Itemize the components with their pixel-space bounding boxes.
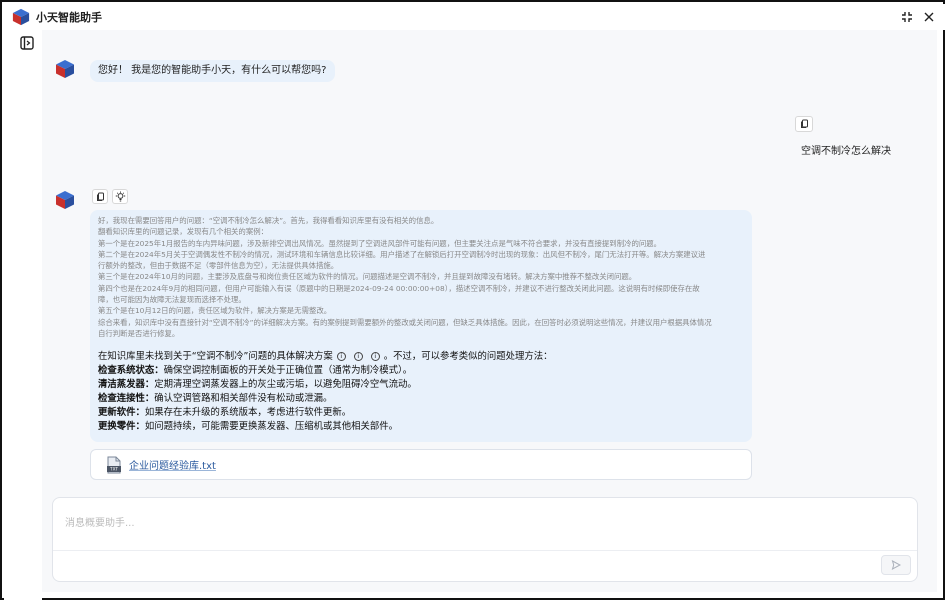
thinking-line: 第三个是在2024年10月的问题，主要涉及底盘号和岗位责任区域为软件的情况。问题…	[98, 272, 637, 282]
lightbulb-icon	[115, 191, 125, 202]
send-icon	[891, 560, 901, 570]
app-title: 小天智能助手	[36, 11, 102, 24]
composer-divider	[53, 550, 917, 551]
app-window: 小天智能助手 您好！ 我是您的智能助手小天，有什么可以帮您吗? 空调不制冷怎么解…	[0, 0, 945, 600]
answer-step: 更换零件：如问题持续，可能需要更换蒸发器、压缩机或其他相关部件。	[98, 420, 399, 432]
copy-answer-button[interactable]	[92, 189, 108, 204]
sidebar-toggle-icon[interactable]	[20, 36, 34, 50]
thinking-line: 好，我现在需要回答用户的问题：“空调不制冷怎么解决”。首先，我得看看知识库里有没…	[98, 216, 439, 225]
send-button[interactable]	[881, 555, 911, 575]
assistant-avatar-icon	[56, 191, 74, 209]
thinking-line: 翻看知识库里的问题记录，发现有几个相关的案例：	[98, 227, 268, 237]
thinking-line: 障，也可能因为故障无法复现而选择不处理。	[98, 295, 246, 305]
answer-intro: 在知识库里未找到关于“空调不制冷”问题的具体解决方案 i i i 。不过，可以参考类似的…	[98, 351, 553, 363]
toggle-thinking-button[interactable]	[112, 189, 128, 204]
assistant-greeting-bubble: 您好！ 我是您的智能助手小天，有什么可以帮您吗?	[90, 60, 335, 82]
copy-user-message-button[interactable]	[795, 116, 813, 132]
citation-icon[interactable]: i	[370, 352, 380, 362]
txt-file-icon: TXT	[107, 456, 121, 473]
message-input[interactable]	[53, 498, 917, 548]
file-type-label: TXT	[109, 466, 118, 471]
final-answer: 在知识库里未找到关于“空调不制冷”问题的具体解决方案 i i i 。不过，可以参考类似的…	[98, 350, 744, 433]
copy-icon	[96, 192, 104, 201]
thinking-process: 好，我现在需要回答用户的问题：“空调不制冷怎么解决”。首先，我得看看知识库里有没…	[98, 215, 744, 339]
user-message: 空调不制冷怎么解决	[801, 146, 891, 157]
thinking-line: 行额外的整改，但由于数据不足（零部件信息为空），无法提供具体措施。	[98, 261, 339, 271]
assistant-avatar-icon	[56, 60, 74, 78]
assistant-answer-bubble: 好，我现在需要回答用户的问题：“空调不制冷怎么解决”。首先，我得看看知识库里有没…	[90, 210, 752, 442]
attachment-card[interactable]: TXT 企业问题经验库.txt	[90, 449, 752, 480]
sidebar	[4, 30, 42, 600]
close-icon[interactable]	[923, 11, 935, 23]
answer-step: 更新软件：如果存在未升级的系统版本，考虑进行软件更新。	[98, 406, 352, 418]
citation-icon[interactable]: i	[336, 352, 346, 362]
app-logo-icon	[12, 8, 30, 26]
answer-step: 检查系统状态：确保空调控制面板的开关处于正确位置（通常为制冷模式）。	[98, 365, 413, 377]
collapse-window-icon[interactable]	[901, 11, 913, 23]
thinking-line: 第一个是在2025年1月报告的车内异味问题，涉及新排空调出风情况。虽然提到了空调…	[98, 238, 662, 248]
thinking-line: 自行判断是否进行修复。	[98, 328, 180, 338]
citation-icon[interactable]: i	[353, 352, 363, 362]
thinking-line: 第四个也是在2024年9月的相同问题，但用户可能输入有误（原题中的日期是2024…	[98, 283, 700, 293]
title-bar: 小天智能助手	[4, 4, 945, 30]
thinking-line: 综合来看，知识库中没有直接针对“空调不制冷”的详细解决方案。有的案例提到需要额外…	[98, 317, 712, 327]
thinking-line: 第五个是在10月12日的问题，责任区域为软件，解决方案是无需整改。	[98, 306, 332, 316]
answer-step: 检查连接性：确认空调管路和相关部件没有松动或泄漏。	[98, 392, 333, 404]
attachment-name[interactable]: 企业问题经验库.txt	[129, 457, 216, 472]
thinking-line: 第二个是在2024年5月关于空调偶发性不制冷的情况，测试环境和车辆信息比较详细。…	[98, 249, 706, 259]
message-composer	[52, 497, 918, 582]
answer-step: 清洁蒸发器：定期清理空调蒸发器上的灰尘或污垢，以避免阻碍冷空气流动。	[98, 379, 417, 391]
copy-icon	[800, 119, 808, 128]
